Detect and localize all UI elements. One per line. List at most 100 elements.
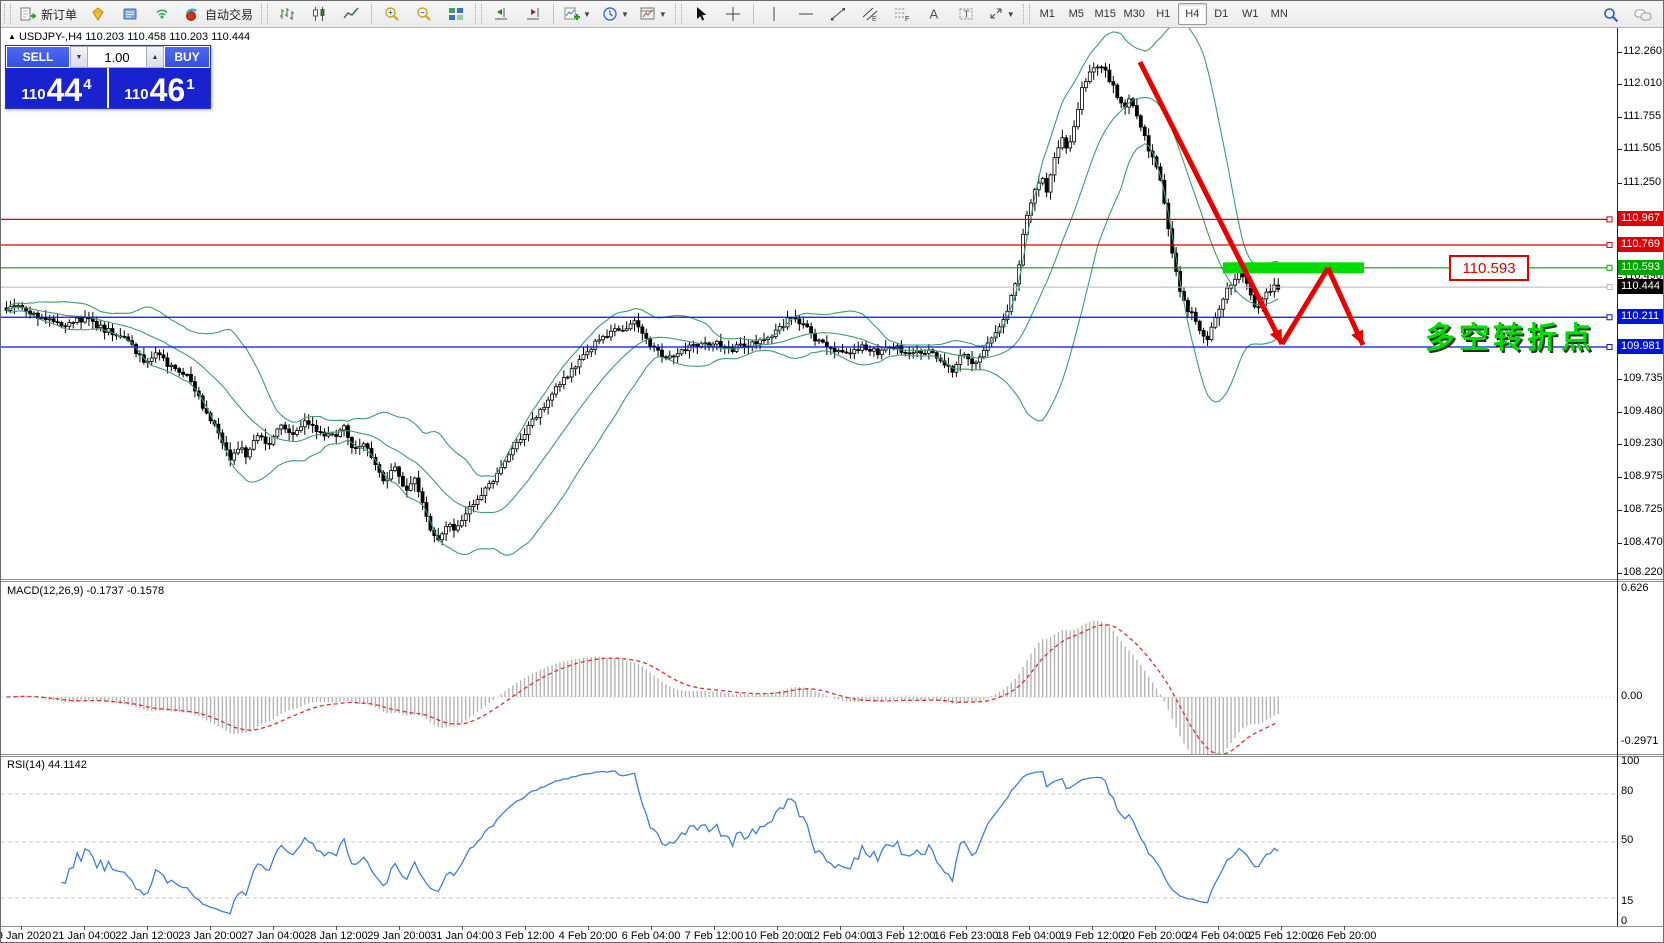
autotrade-icon [183,5,201,23]
gem-icon [89,5,107,23]
price-tick-label: 109.480 [1623,405,1663,417]
time-label: 7 Feb 12:00 [685,930,744,942]
shapes-arrows-button[interactable]: ▼ [983,2,1019,26]
rsi-axis-label: 80 [1621,785,1633,797]
timeframe-M5[interactable]: M5 [1062,3,1091,25]
auto-scroll-button[interactable] [518,2,548,26]
candle-chart-button[interactable] [304,2,334,26]
zoom-in-button[interactable] [377,2,407,26]
horizontal-line-button[interactable] [791,2,821,26]
rsi-axis-label: 50 [1621,834,1633,846]
time-label: 21 Jan 04:00 [52,930,116,942]
cn-annotation-text[interactable]: 多空转折点 [1425,313,1595,357]
price-tick-label: 109.735 [1623,372,1663,384]
price-tick-label: 109.230 [1623,437,1663,449]
volume-increase-button[interactable]: ▲ [146,46,164,68]
new-order-icon [19,5,37,23]
main-toolbar: 新订单 自动交易 [1,1,1664,28]
rsi-pane-plot[interactable] [1,757,1617,926]
price-tag-110593[interactable]: 110.593 [1449,255,1529,281]
time-axis-border [1,926,1664,927]
timeframe-M15[interactable]: M15 [1091,3,1120,25]
sell-price-big: 44 [47,75,83,105]
buy-price[interactable]: 110 46 1 [109,68,210,108]
price-tick [1617,84,1622,85]
dropdown-caret: ▼ [583,10,591,19]
price-badge-109.981: 109.981 [1618,339,1664,354]
cursor-icon [692,5,710,23]
timeframe-M1[interactable]: M1 [1033,3,1062,25]
search-button[interactable] [1596,3,1626,27]
volume-input[interactable]: 1.00 [88,46,146,68]
signal-button[interactable] [147,2,177,26]
zoom-out-button[interactable] [409,2,439,26]
time-label: 13 Feb 12:00 [871,930,936,942]
vertical-line-button[interactable] [759,2,789,26]
chart-shift-icon [492,5,510,23]
timeframe-W1[interactable]: W1 [1236,3,1265,25]
trading-platform-window: { "toolbar": { "new_order_label": "新订单",… [0,0,1664,943]
text-label-button[interactable]: T [951,2,981,26]
macd-axis-label: 0.00 [1621,690,1642,702]
macd-label: MACD(12,26,9) -0.1737 -0.1578 [7,585,164,597]
price-badge-110.769: 110.769 [1618,237,1664,252]
time-label: 28 Jan 12:00 [304,930,368,942]
timeframe-H4[interactable]: H4 [1178,3,1207,25]
toolbar-grip [675,4,682,24]
macd-pane-plot[interactable] [1,582,1617,754]
dropdown-caret: ▼ [1007,10,1015,19]
volume-decrease-button[interactable]: ▼ [70,46,88,68]
equidistant-channel-button[interactable]: E [855,2,885,26]
autotrade-button[interactable]: 自动交易 [179,2,257,26]
sell-price[interactable]: 110 44 4 [6,68,109,108]
chat-button[interactable] [1628,3,1658,27]
template-icon [639,5,657,23]
tile-windows-button[interactable] [441,2,471,26]
autotrade-label: 自动交易 [205,6,253,23]
profile-button[interactable] [115,2,145,26]
trendline-icon [829,5,847,23]
price-tick-label: 108.725 [1623,503,1663,515]
timeframe-MN[interactable]: MN [1265,3,1294,25]
buy-button[interactable]: BUY [164,46,210,68]
timeframe-D1[interactable]: D1 [1207,3,1236,25]
price-tick [1617,379,1622,380]
time-label: 20 Feb 20:00 [1123,930,1188,942]
bar-chart-button[interactable] [272,2,302,26]
price-tick [1617,277,1622,278]
auto-scroll-icon [524,5,542,23]
new-order-button[interactable]: 新订单 [15,2,81,26]
text-tool-button[interactable]: A [919,2,949,26]
crosshair-button[interactable] [718,2,748,26]
sell-button[interactable]: SELL [6,46,70,68]
rsi-axis-label: 0 [1621,915,1627,927]
price-tick [1617,412,1622,413]
template-button[interactable]: ▼ [635,2,671,26]
timeframe-H1[interactable]: H1 [1149,3,1178,25]
svg-text:F: F [905,16,909,23]
add-indicator-button[interactable]: ▼ [559,2,595,26]
cursor-button[interactable] [686,2,716,26]
time-label: 3 Feb 12:00 [496,930,555,942]
buy-price-prefix: 110 [124,86,148,103]
chart-shift-button[interactable] [486,2,516,26]
candle-chart-icon [310,5,328,23]
line-chart-button[interactable] [336,2,366,26]
main-chart-plot[interactable] [1,28,1617,579]
zoom-in-icon [383,5,401,23]
sell-price-prefix: 110 [21,86,45,103]
time-label: 24 Feb 04:00 [1186,930,1251,942]
periods-button[interactable]: ▼ [597,2,633,26]
vertical-line-icon [765,5,783,23]
bar-chart-icon [278,5,296,23]
fibonacci-button[interactable]: F [887,2,917,26]
timeframe-group: M1M5M15M30H1H4D1W1MN [1033,3,1294,25]
timeframe-M30[interactable]: M30 [1120,3,1149,25]
text-tool-icon: A [925,5,943,23]
price-tick [1617,52,1622,53]
gem-button[interactable] [83,2,113,26]
time-label: 12 Feb 04:00 [808,930,873,942]
trendline-button[interactable] [823,2,853,26]
price-badge-110.593: 110.593 [1618,260,1664,275]
price-tick [1617,510,1622,511]
